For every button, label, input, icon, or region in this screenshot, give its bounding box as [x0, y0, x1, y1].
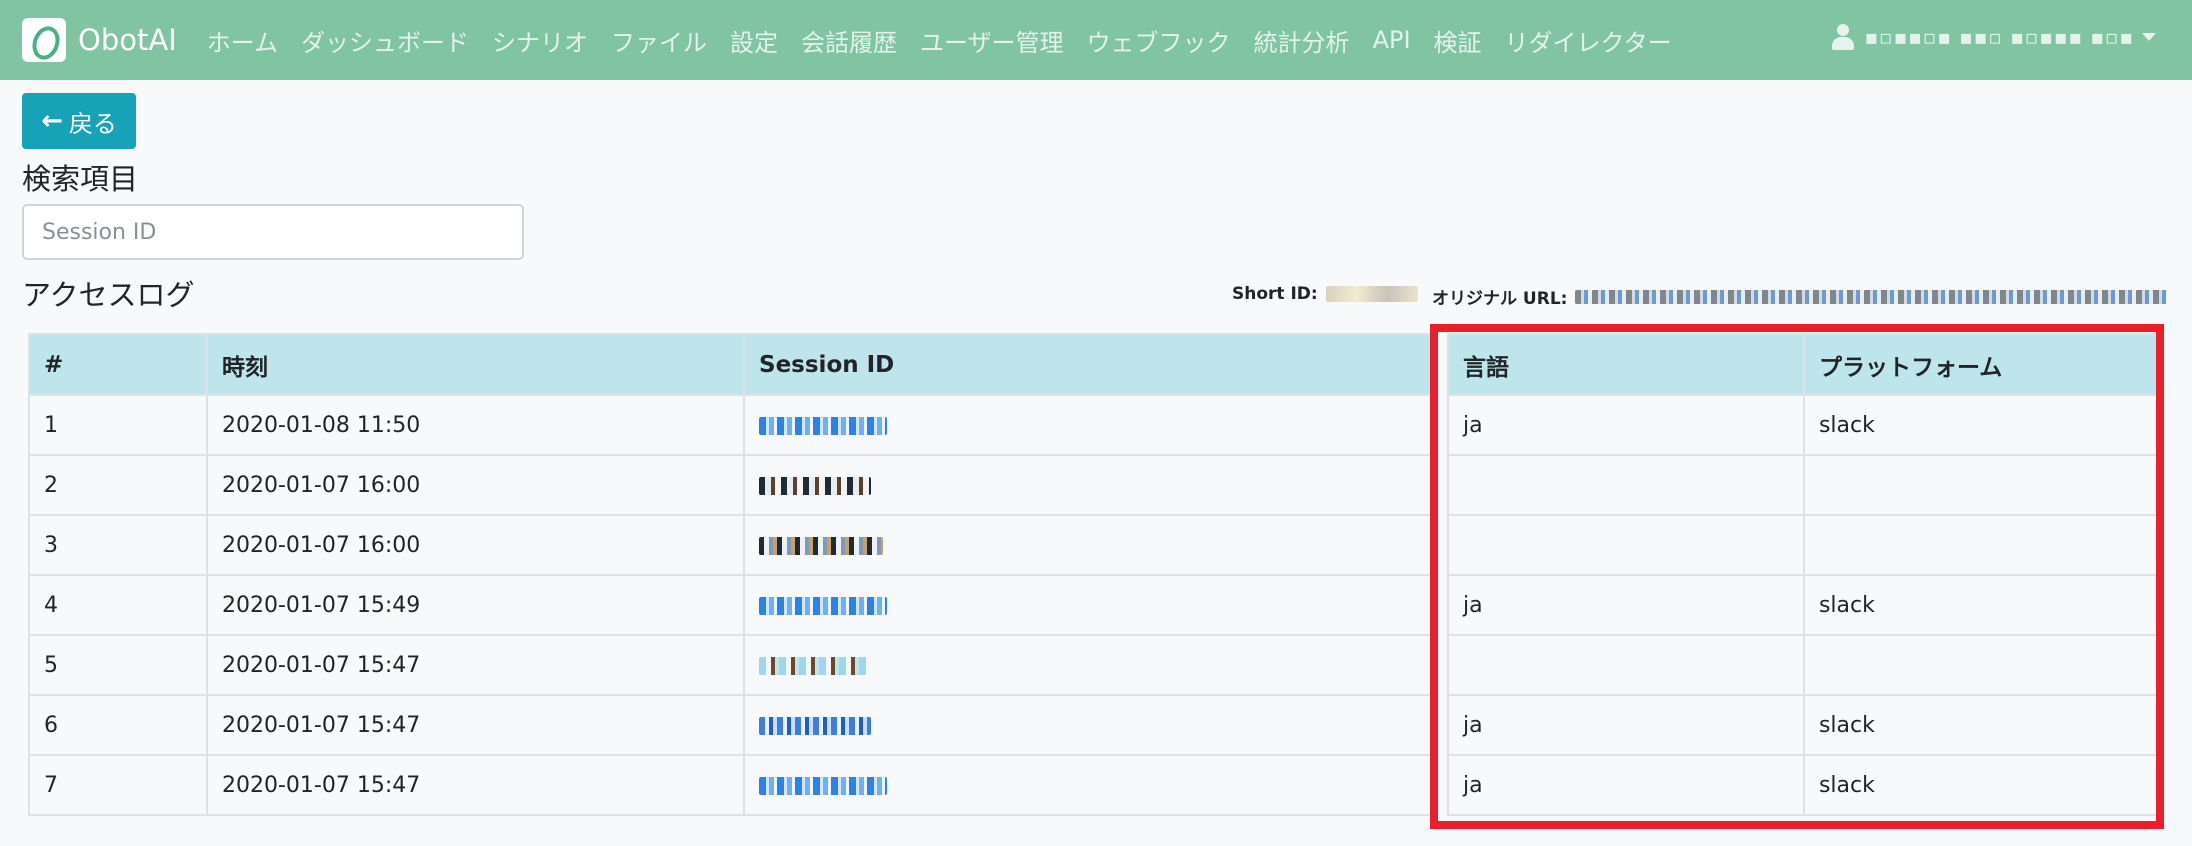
- back-button-label: 戻る: [68, 109, 117, 138]
- original-url-value-redacted[interactable]: [1575, 289, 2168, 304]
- row-session-id[interactable]: [743, 514, 1437, 576]
- access-log-table: # 時刻 Session ID 言語 プラットフォーム 1 2020-01-08…: [28, 333, 2163, 816]
- session-id-link-redacted[interactable]: [759, 776, 888, 795]
- nav-redirector[interactable]: リダイレクター: [1505, 23, 1672, 58]
- nav-verification[interactable]: 検証: [1434, 23, 1482, 58]
- session-id-link-redacted[interactable]: [759, 716, 872, 735]
- row-language: [1446, 454, 1805, 516]
- row-platform: slack: [1802, 694, 2163, 756]
- row-number: 7: [28, 754, 208, 816]
- row-time: 2020-01-07 16:00: [205, 454, 746, 516]
- row-platform: slack: [1802, 394, 2163, 456]
- row-number: 1: [28, 394, 208, 456]
- table-row: 1 2020-01-08 11:50 ja slack: [28, 394, 2163, 456]
- row-number: 4: [28, 574, 208, 636]
- row-platform: slack: [1802, 754, 2163, 816]
- column-header-platform: プラットフォーム: [1802, 333, 2163, 396]
- row-platform: [1802, 454, 2163, 516]
- short-id-label: Short ID:: [1232, 284, 1318, 304]
- short-id-info: Short ID:: [1232, 284, 1418, 304]
- top-navbar: ObotAI ホーム ダッシュボード シナリオ ファイル 設定 会話履歴 ユーザ…: [0, 0, 2192, 80]
- session-id-link-redacted[interactable]: [759, 476, 872, 495]
- row-time: 2020-01-07 15:49: [205, 574, 746, 636]
- row-session-id[interactable]: [743, 754, 1437, 816]
- table-row: 7 2020-01-07 15:47 ja slack: [28, 754, 2163, 816]
- nav-settings[interactable]: 設定: [730, 23, 778, 58]
- brand[interactable]: ObotAI: [22, 18, 177, 64]
- table-row: 2 2020-01-07 16:00: [28, 454, 2163, 516]
- row-time: 2020-01-07 15:47: [205, 754, 746, 816]
- original-url-label: オリジナル URL:: [1432, 289, 1568, 309]
- access-log-title: アクセスログ: [22, 278, 195, 312]
- row-number: 3: [28, 514, 208, 576]
- nav-home[interactable]: ホーム: [207, 23, 278, 58]
- original-url-info: オリジナル URL:: [1432, 284, 2168, 309]
- session-id-link-redacted[interactable]: [759, 536, 884, 555]
- user-menu[interactable]: ▪▫▪▪▫▪ ▪▪▫ ▪▫▪▪▪ ▪▫▪: [1832, 24, 2156, 50]
- nav-scenario[interactable]: シナリオ: [492, 23, 588, 58]
- nav-conversation-history[interactable]: 会話履歴: [801, 23, 897, 58]
- row-session-id[interactable]: [743, 394, 1437, 456]
- row-time: 2020-01-08 11:50: [205, 394, 746, 456]
- table-row: 5 2020-01-07 15:47: [28, 634, 2163, 696]
- search-section-title: 検索項目: [22, 162, 139, 196]
- row-number: 6: [28, 694, 208, 756]
- back-button[interactable]: ← 戻る: [22, 93, 136, 149]
- nav-files[interactable]: ファイル: [611, 23, 707, 58]
- row-number: 5: [28, 634, 208, 696]
- column-header-number: #: [28, 333, 208, 396]
- user-name-redacted: ▪▫▪▪▫▪ ▪▪▫ ▪▫▪▪▪ ▪▫▪: [1864, 25, 2134, 49]
- table-row: 3 2020-01-07 16:00: [28, 514, 2163, 576]
- row-time: 2020-01-07 15:47: [205, 694, 746, 756]
- session-id-search-input[interactable]: [22, 204, 524, 260]
- row-language: ja: [1446, 694, 1805, 756]
- short-id-value-redacted: [1325, 286, 1418, 302]
- row-time: 2020-01-07 16:00: [205, 514, 746, 576]
- row-platform: [1802, 514, 2163, 576]
- session-id-link-redacted[interactable]: [759, 416, 888, 435]
- column-header-language: 言語: [1446, 333, 1805, 396]
- nav-user-management[interactable]: ユーザー管理: [920, 23, 1064, 58]
- row-platform: [1802, 634, 2163, 696]
- row-language: [1446, 634, 1805, 696]
- row-session-id[interactable]: [743, 634, 1437, 696]
- row-language: ja: [1446, 754, 1805, 816]
- brand-name: ObotAI: [78, 23, 177, 57]
- row-platform: slack: [1802, 574, 2163, 636]
- column-header-time: 時刻: [205, 333, 746, 396]
- column-header-session-id: Session ID: [743, 333, 1437, 396]
- nav-webhook[interactable]: ウェブフック: [1087, 23, 1231, 58]
- table-row: 6 2020-01-07 15:47 ja slack: [28, 694, 2163, 756]
- obotai-logo-icon: [22, 18, 66, 64]
- caret-down-icon: [2142, 33, 2156, 41]
- nav-api[interactable]: API: [1373, 26, 1411, 54]
- arrow-left-icon: ←: [41, 106, 63, 136]
- nav-dashboard[interactable]: ダッシュボード: [301, 23, 469, 58]
- table-row: 4 2020-01-07 15:49 ja slack: [28, 574, 2163, 636]
- row-time: 2020-01-07 15:47: [205, 634, 746, 696]
- session-id-link-redacted[interactable]: [759, 656, 872, 675]
- row-language: [1446, 514, 1805, 576]
- row-session-id[interactable]: [743, 574, 1437, 636]
- session-id-link-redacted[interactable]: [759, 596, 888, 615]
- nav-statistics[interactable]: 統計分析: [1254, 23, 1350, 58]
- row-session-id[interactable]: [743, 454, 1437, 516]
- row-session-id[interactable]: [743, 694, 1437, 756]
- row-language: ja: [1446, 394, 1805, 456]
- user-icon: [1832, 24, 1855, 50]
- table-header-row: # 時刻 Session ID 言語 プラットフォーム: [28, 333, 2163, 396]
- row-language: ja: [1446, 574, 1805, 636]
- row-number: 2: [28, 454, 208, 516]
